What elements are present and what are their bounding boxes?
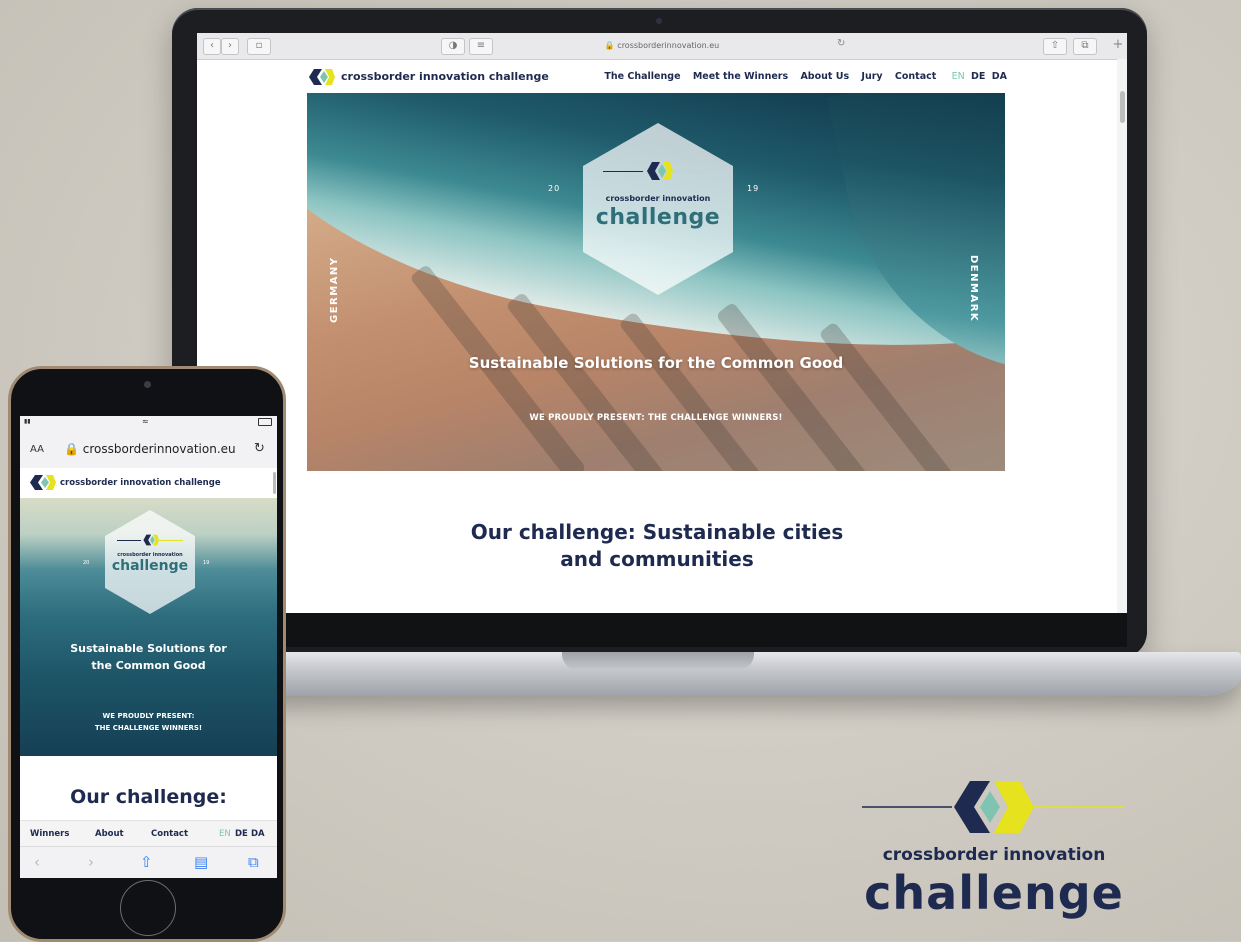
url-text: crossborderinnovation.eu <box>617 41 720 50</box>
lang-de[interactable]: DE <box>971 71 985 82</box>
lang-da[interactable]: DA <box>992 71 1007 82</box>
scrollbar[interactable] <box>1117 59 1127 613</box>
hero-logo-icon <box>647 162 673 180</box>
hero-logo-sub: crossborder innovation <box>605 194 711 203</box>
phone-lang-de[interactable]: DE <box>235 829 248 839</box>
privacy-icon[interactable]: ◑ <box>441 38 465 55</box>
brand-logo-icon <box>862 781 1124 833</box>
phone-hero-subtitle[interactable]: WE PROUDLY PRESENT: THE CHALLENGE WINNER… <box>50 710 247 734</box>
hero-subtitle[interactable]: WE PROUDLY PRESENT: THE CHALLENGE WINNER… <box>437 413 875 423</box>
share-icon[interactable]: ⇧ <box>1043 38 1067 55</box>
phone-site-name[interactable]: crossborder innovation challenge <box>60 478 221 488</box>
phone-address-bar[interactable]: AA 🔒 crossborderinnovation.eu ↻ <box>20 430 277 469</box>
brand-logo-main: challenge <box>864 866 1124 920</box>
site-header: crossborder innovation challenge The Cha… <box>305 67 1007 89</box>
phone-year-left: 20 <box>83 560 90 566</box>
challenge-heading: Our challenge: Sustainable cities and co… <box>470 520 844 571</box>
nav-contact[interactable]: Contact <box>895 71 936 82</box>
phone-lang-en[interactable]: EN <box>219 829 231 839</box>
phone-scrollbar <box>273 472 276 494</box>
phone-lang-da[interactable]: DA <box>251 829 265 839</box>
phone-challenge-heading: Our challenge: <box>70 786 227 808</box>
signal-icon: ▮▮ <box>24 418 31 425</box>
tabs-icon[interactable]: ⧉ <box>1073 38 1097 55</box>
phone-hex-line-left <box>117 540 141 541</box>
phone-hero-logo-icon <box>143 534 159 546</box>
nav-the-challenge[interactable]: The Challenge <box>604 71 680 82</box>
phone-logo-icon[interactable] <box>26 474 56 491</box>
phone-hero-subtitle-line2: THE CHALLENGE WINNERS! <box>94 724 203 732</box>
laptop-screen: ‹ › ▫ ◑ ≡ 🔒 crossborderinnovation.eu ↻ ⇧… <box>197 33 1127 613</box>
phone-hero-logo-main: challenge <box>111 558 189 574</box>
nav-meet-the-winners[interactable]: Meet the Winners <box>693 71 788 82</box>
scrollbar-thumb[interactable] <box>1120 91 1125 123</box>
forward-icon[interactable]: › <box>221 38 239 55</box>
phone-browser-toolbar: ‹ › ⇧ ▤ ⧉ <box>20 846 277 878</box>
new-tab-button[interactable]: + <box>1109 37 1127 55</box>
brand-logo-sub: crossborder innovation <box>882 845 1106 865</box>
hero-banner: crossborder innovation challenge 20 19 G… <box>307 93 1005 471</box>
hex-line-right <box>673 171 713 172</box>
phone-status-bar: ▮▮ ≈ <box>20 416 277 430</box>
phone-camera <box>144 381 151 388</box>
phone-hex-line-right <box>159 540 183 541</box>
site-logo-icon[interactable] <box>305 68 335 86</box>
laptop-notch <box>562 652 754 670</box>
reader-icon[interactable]: ≡ <box>469 38 493 55</box>
hero-logo-main: challenge <box>595 205 721 230</box>
text-size-button[interactable]: AA <box>30 444 44 455</box>
phone-hero-hexagon: crossborder innovation challenge <box>105 510 195 614</box>
phone-tabs-icon[interactable]: ⧉ <box>248 853 259 871</box>
bookmarks-icon[interactable]: ▤ <box>194 853 208 871</box>
site-nav: The Challenge Meet the Winners About Us … <box>595 71 1007 82</box>
nav-jury[interactable]: Jury <box>861 71 882 82</box>
laptop-bezel <box>197 613 1127 647</box>
site-name[interactable]: crossborder innovation challenge <box>341 70 549 83</box>
phone-hero: crossborder innovation challenge 20 19 S… <box>20 498 277 756</box>
phone-year-right: 19 <box>203 560 210 566</box>
phone-url-text: crossborderinnovation.eu <box>82 442 236 456</box>
phone-hero-title: Sustainable Solutions for the Common Goo… <box>70 642 227 672</box>
hero-label-germany: GERMANY <box>329 256 340 323</box>
phone-share-icon[interactable]: ⇧ <box>140 853 153 871</box>
phone-url: 🔒 crossborderinnovation.eu <box>64 442 236 456</box>
phone-nav-about[interactable]: About <box>95 829 124 839</box>
reload-icon[interactable]: ↻ <box>837 38 845 49</box>
back-icon[interactable]: ‹ <box>203 38 221 55</box>
phone-bottom-nav: Winners About Contact EN DE DA <box>20 820 277 847</box>
laptop-camera <box>656 18 662 24</box>
phone-nav-winners[interactable]: Winners <box>30 829 69 839</box>
lang-en[interactable]: EN <box>952 71 965 82</box>
nav-about-us[interactable]: About Us <box>800 71 849 82</box>
battery-icon <box>258 418 272 426</box>
phone-nav-contact[interactable]: Contact <box>151 829 188 839</box>
address-bar[interactable]: 🔒 crossborderinnovation.eu <box>497 38 827 54</box>
browser-toolbar: ‹ › ▫ ◑ ≡ 🔒 crossborderinnovation.eu ↻ ⇧… <box>197 33 1127 60</box>
phone-home-button[interactable] <box>120 880 176 936</box>
phone-forward-icon[interactable]: › <box>88 853 94 871</box>
hero-label-denmark: DENMARK <box>968 255 979 323</box>
hero-title: Sustainable Solutions for the Common Goo… <box>468 354 844 372</box>
hex-line-left <box>603 171 643 172</box>
phone-back-icon[interactable]: ‹ <box>34 853 40 871</box>
phone-hero-subtitle-line1: WE PROUDLY PRESENT: <box>102 712 195 720</box>
hero-year-left: 20 <box>548 184 561 193</box>
lock-icon: 🔒 <box>64 442 79 456</box>
wifi-icon: ≈ <box>142 417 149 426</box>
sidebar-icon[interactable]: ▫ <box>247 38 271 55</box>
hero-year-right: 19 <box>747 184 760 193</box>
phone-screen: ▮▮ ≈ AA 🔒 crossborderinnovation.eu ↻ cro… <box>20 416 277 878</box>
phone-reload-icon[interactable]: ↻ <box>254 441 265 456</box>
phone-site-header: crossborder innovation challenge <box>20 468 277 498</box>
